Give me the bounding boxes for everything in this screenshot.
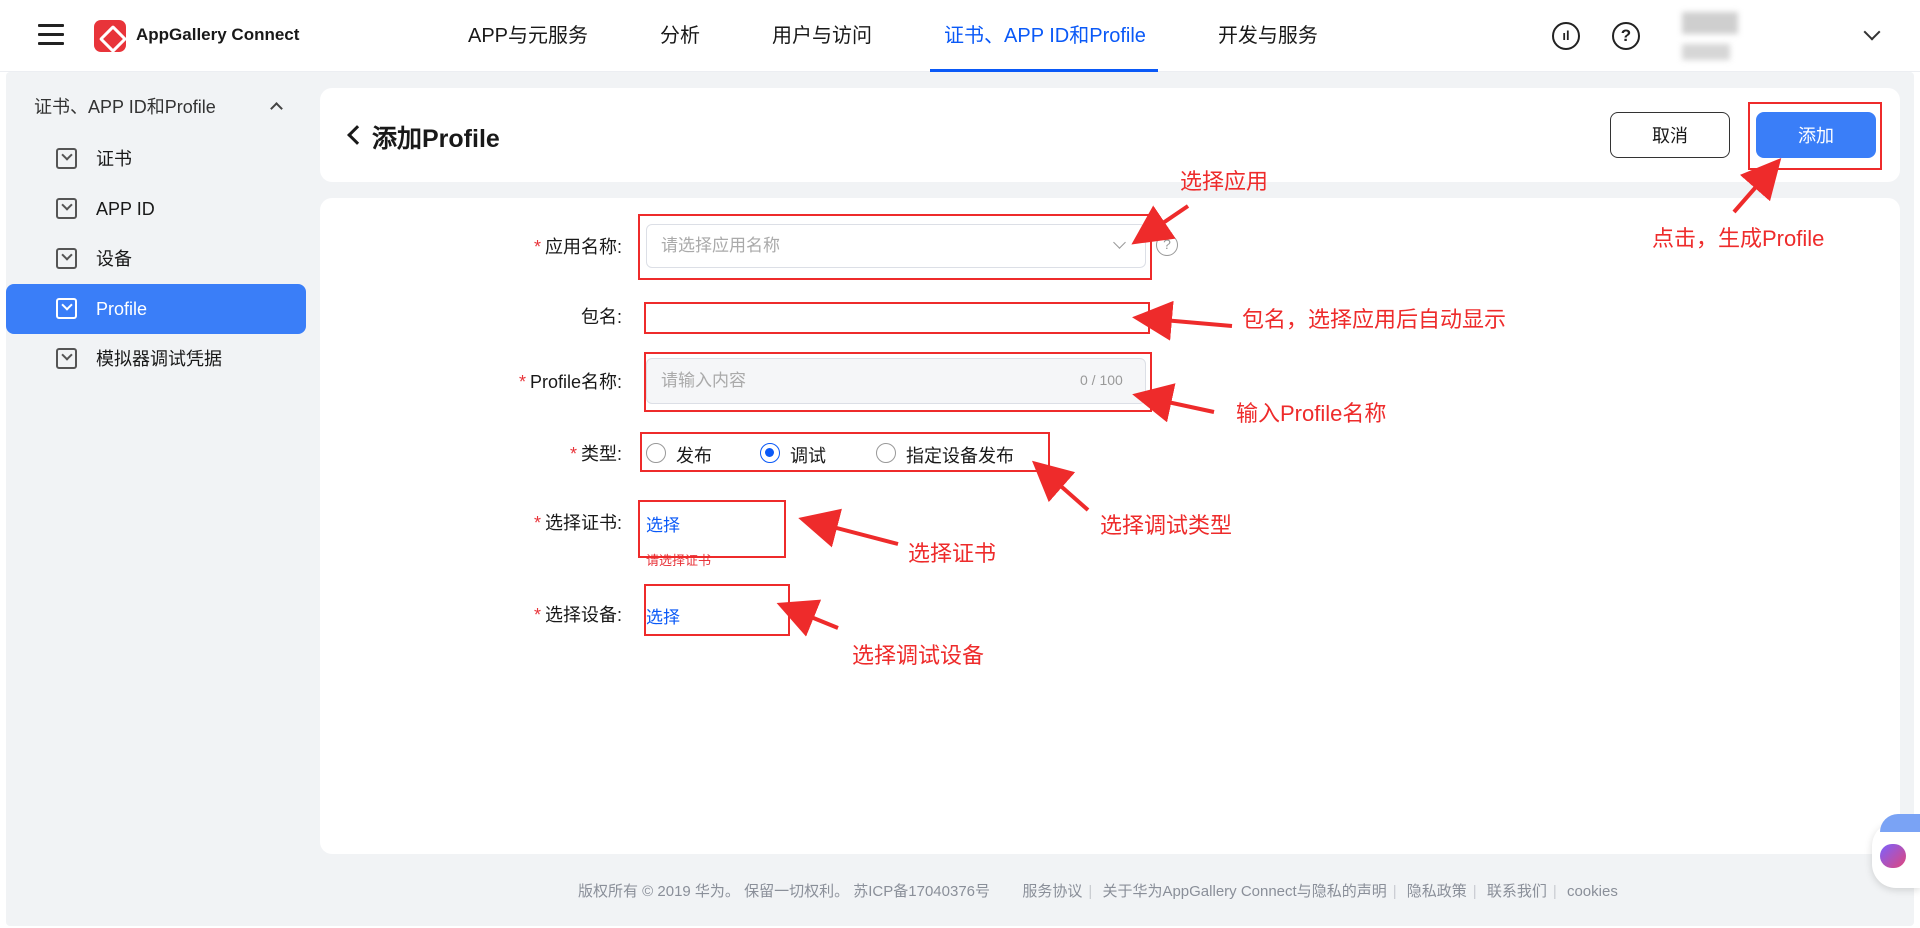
chevron-up-icon [270,102,283,115]
back-arrow-icon[interactable] [347,125,367,145]
sidebar-group-label: 证书、APP ID和Profile [34,97,216,117]
nav-certificates[interactable]: 证书、APP ID和Profile [930,0,1158,72]
annotation-box-device [644,584,790,636]
sidebar-item-devices[interactable]: 设备 [6,234,306,284]
annotation-select-cert: 选择证书 [908,541,997,566]
main-nav: APP与元服务 分析 用户与访问 证书、APP ID和Profile 开发与服务 [468,0,1390,72]
ai-assistant-button[interactable] [1872,814,1920,888]
nav-users[interactable]: 用户与访问 [772,0,872,72]
footer-link-privacy-statement[interactable]: 关于华为AppGallery Connect与隐私的声明 [1102,883,1386,900]
app-name-label: * 应用名称: [533,237,622,257]
nav-dev-services[interactable]: 开发与服务 [1218,0,1318,72]
folder-icon [56,348,77,369]
sidebar-item-label: 证书 [96,149,132,169]
page-title: 添加Profile [372,125,500,153]
nav-apps[interactable]: APP与元服务 [468,0,588,72]
chevron-down-icon[interactable] [1863,23,1881,41]
sidebar: 证书、APP ID和Profile 证书 APP ID 设备 Profile 模… [6,80,306,384]
menu-icon[interactable] [38,24,64,46]
cert-label: * 选择证书: [533,513,622,533]
sidebar-group[interactable]: 证书、APP ID和Profile [6,80,306,134]
annotation-select-device: 选择调试设备 [852,643,985,668]
footer-copyright: 版权所有 © 2019 华为。 保留一切权利。 苏ICP备17040376号 [578,883,991,900]
sidebar-item-profile[interactable]: Profile [6,284,306,334]
footer: 版权所有 © 2019 华为。 保留一切权利。 苏ICP备17040376号 服… [578,883,1618,900]
account-id-blurred [1682,44,1730,60]
nav-analytics[interactable]: 分析 [660,0,700,72]
sidebar-item-label: Profile [96,299,148,319]
footer-link-terms[interactable]: 服务协议 [1022,883,1082,900]
help-icon[interactable]: ? [1612,22,1640,50]
sidebar-item-label: APP ID [96,199,155,219]
annotation-box-add [1748,102,1882,170]
account-name-blurred[interactable] [1682,12,1738,34]
annotation-box-app [638,214,1152,280]
brand-name[interactable]: AppGallery Connect [136,25,299,45]
profile-name-label: * Profile名称: [518,372,622,392]
feedback-icon[interactable]: ıl [1552,22,1580,50]
annotation-box-type [640,432,1050,472]
device-label: * 选择设备: [533,605,622,625]
footer-link-contact[interactable]: 联系我们 [1487,883,1547,900]
sidebar-item-label: 设备 [96,249,132,269]
annotation-enter-name: 输入Profile名称 [1236,401,1387,426]
brain-icon [1880,844,1906,868]
folder-icon [56,248,77,269]
annotation-box-cert [638,500,786,558]
footer-link-privacy-policy[interactable]: 隐私政策 [1407,883,1467,900]
folder-icon [56,148,77,169]
annotation-box-package [644,302,1150,334]
top-bar: AppGallery Connect APP与元服务 分析 用户与访问 证书、A… [0,0,1920,72]
footer-link-cookies[interactable]: cookies [1567,883,1618,900]
sidebar-item-app-id[interactable]: APP ID [6,184,306,234]
annotation-package-hint: 包名，选择应用后自动显示 [1242,307,1507,332]
annotation-select-app: 选择应用 [1180,169,1269,194]
annotation-click-generate: 点击，生成Profile [1652,226,1825,251]
appgallery-logo[interactable] [94,20,126,52]
sidebar-item-emulator-credentials[interactable]: 模拟器调试凭据 [6,334,306,384]
help-circle-icon[interactable]: ? [1156,234,1178,256]
type-label: * 类型: [569,444,622,464]
cancel-button[interactable]: 取消 [1610,112,1730,158]
annotation-select-type: 选择调试类型 [1100,513,1233,538]
annotation-box-profile-name [644,352,1152,412]
sidebar-item-certificates[interactable]: 证书 [6,134,306,184]
folder-icon [56,298,77,319]
folder-icon [56,198,77,219]
package-name-label: 包名: [580,307,622,327]
sidebar-item-label: 模拟器调试凭据 [96,349,222,369]
page-header: 添加Profile 取消 添加 [320,88,1900,182]
